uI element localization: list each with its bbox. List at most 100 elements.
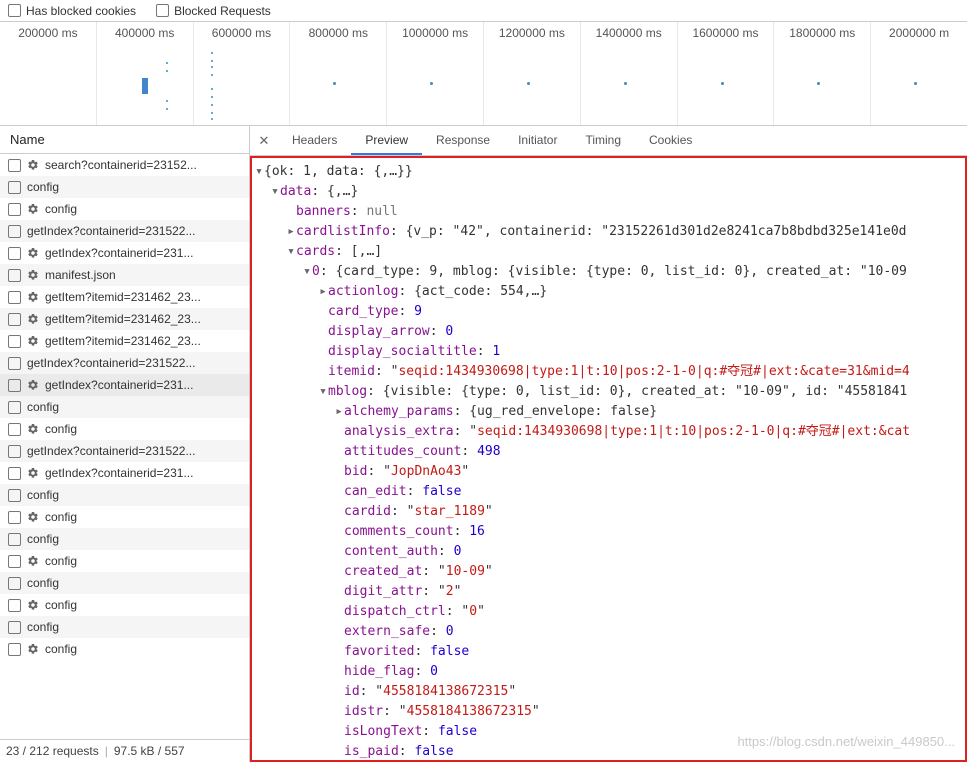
request-row[interactable]: getIndex?containerid=231... (0, 374, 249, 396)
request-row[interactable]: config (0, 484, 249, 506)
request-row[interactable]: getIndex?containerid=231... (0, 462, 249, 484)
checkbox-icon (156, 4, 169, 17)
status-requests: 23 / 212 requests (6, 744, 99, 758)
timeline-tick: 1200000 ms (484, 22, 581, 125)
blocked-requests-checkbox[interactable]: Blocked Requests (156, 4, 271, 18)
request-name: config (27, 532, 59, 546)
gear-icon (27, 335, 39, 347)
expand-toggle[interactable] (318, 382, 328, 402)
request-list[interactable]: search?containerid=23152...configconfigg… (0, 154, 249, 739)
request-row[interactable]: config (0, 572, 249, 594)
timeline-tick: 2000000 m (871, 22, 967, 125)
request-row[interactable]: getIndex?containerid=231... (0, 242, 249, 264)
checkbox-icon[interactable] (8, 159, 21, 172)
checkbox-icon[interactable] (8, 291, 21, 304)
checkbox-icon[interactable] (8, 489, 21, 502)
request-row[interactable]: search?containerid=23152... (0, 154, 249, 176)
request-row[interactable]: config (0, 550, 249, 572)
request-name: config (27, 576, 59, 590)
request-row[interactable]: config (0, 418, 249, 440)
timeline-overview[interactable]: 200000 ms400000 ms600000 ms800000 ms1000… (0, 22, 967, 126)
tab-cookies[interactable]: Cookies (635, 127, 706, 155)
request-row[interactable]: getIndex?containerid=231522... (0, 352, 249, 374)
request-row[interactable]: getItem?itemid=231462_23... (0, 308, 249, 330)
checkbox-icon[interactable] (8, 599, 21, 612)
request-name: config (45, 202, 77, 216)
checkbox-icon[interactable] (8, 203, 21, 216)
request-name: config (27, 488, 59, 502)
timeline-tick: 1400000 ms (581, 22, 678, 125)
expand-toggle[interactable] (318, 282, 328, 302)
checkbox-icon[interactable] (8, 621, 21, 634)
timeline-tick: 1000000 ms (387, 22, 484, 125)
request-name: config (45, 554, 77, 568)
expand-toggle[interactable] (254, 162, 264, 182)
request-name: getItem?itemid=231462_23... (45, 290, 201, 304)
expand-toggle[interactable] (270, 182, 280, 202)
checkbox-icon[interactable] (8, 335, 21, 348)
timeline-tick: 200000 ms (0, 22, 97, 125)
tab-timing[interactable]: Timing (571, 127, 635, 155)
request-name: config (45, 598, 77, 612)
checkbox-label: Blocked Requests (174, 4, 271, 18)
detail-tabs: ✕ HeadersPreviewResponseInitiatorTimingC… (250, 126, 967, 156)
timeline-tick: 1600000 ms (678, 22, 775, 125)
request-row[interactable]: config (0, 176, 249, 198)
close-icon[interactable]: ✕ (250, 133, 278, 149)
request-row[interactable]: config (0, 396, 249, 418)
request-name: getIndex?containerid=231522... (27, 224, 195, 238)
request-name: config (45, 422, 77, 436)
expand-toggle[interactable] (286, 242, 296, 262)
checkbox-icon[interactable] (8, 445, 21, 458)
request-name: getIndex?containerid=231... (45, 378, 193, 392)
request-row[interactable]: getIndex?containerid=231522... (0, 440, 249, 462)
checkbox-icon[interactable] (8, 401, 21, 414)
request-name: manifest.json (45, 268, 116, 282)
expand-toggle[interactable] (334, 402, 344, 422)
request-row[interactable]: getItem?itemid=231462_23... (0, 286, 249, 308)
checkbox-icon (8, 4, 21, 17)
request-row[interactable]: getIndex?containerid=231522... (0, 220, 249, 242)
checkbox-icon[interactable] (8, 643, 21, 656)
expand-toggle[interactable] (302, 262, 312, 282)
checkbox-icon[interactable] (8, 511, 21, 524)
gear-icon (27, 269, 39, 281)
request-row[interactable]: config (0, 638, 249, 660)
request-row[interactable]: config (0, 594, 249, 616)
preview-panel[interactable]: {ok: 1, data: {,…}} data: {,…} banners: … (250, 156, 967, 762)
column-header-name[interactable]: Name (0, 126, 249, 154)
has-blocked-cookies-checkbox[interactable]: Has blocked cookies (8, 4, 136, 18)
request-name: getItem?itemid=231462_23... (45, 334, 201, 348)
request-row[interactable]: config (0, 198, 249, 220)
tab-response[interactable]: Response (422, 127, 504, 155)
request-row[interactable]: manifest.json (0, 264, 249, 286)
checkbox-icon[interactable] (8, 357, 21, 370)
tab-preview[interactable]: Preview (351, 127, 422, 155)
gear-icon (27, 643, 39, 655)
checkbox-icon[interactable] (8, 181, 21, 194)
request-row[interactable]: config (0, 506, 249, 528)
checkbox-icon[interactable] (8, 533, 21, 546)
checkbox-icon[interactable] (8, 423, 21, 436)
checkbox-icon[interactable] (8, 225, 21, 238)
request-name: getIndex?containerid=231522... (27, 444, 195, 458)
checkbox-label: Has blocked cookies (26, 4, 136, 18)
checkbox-icon[interactable] (8, 313, 21, 326)
checkbox-icon[interactable] (8, 467, 21, 480)
gear-icon (27, 511, 39, 523)
gear-icon (27, 247, 39, 259)
checkbox-icon[interactable] (8, 379, 21, 392)
checkbox-icon[interactable] (8, 577, 21, 590)
request-row[interactable]: config (0, 528, 249, 550)
checkbox-icon[interactable] (8, 269, 21, 282)
request-name: config (27, 400, 59, 414)
request-row[interactable]: config (0, 616, 249, 638)
tab-initiator[interactable]: Initiator (504, 127, 571, 155)
gear-icon (27, 203, 39, 215)
tab-headers[interactable]: Headers (278, 127, 351, 155)
checkbox-icon[interactable] (8, 555, 21, 568)
checkbox-icon[interactable] (8, 247, 21, 260)
gear-icon (27, 467, 39, 479)
request-row[interactable]: getItem?itemid=231462_23... (0, 330, 249, 352)
expand-toggle[interactable] (286, 222, 296, 242)
